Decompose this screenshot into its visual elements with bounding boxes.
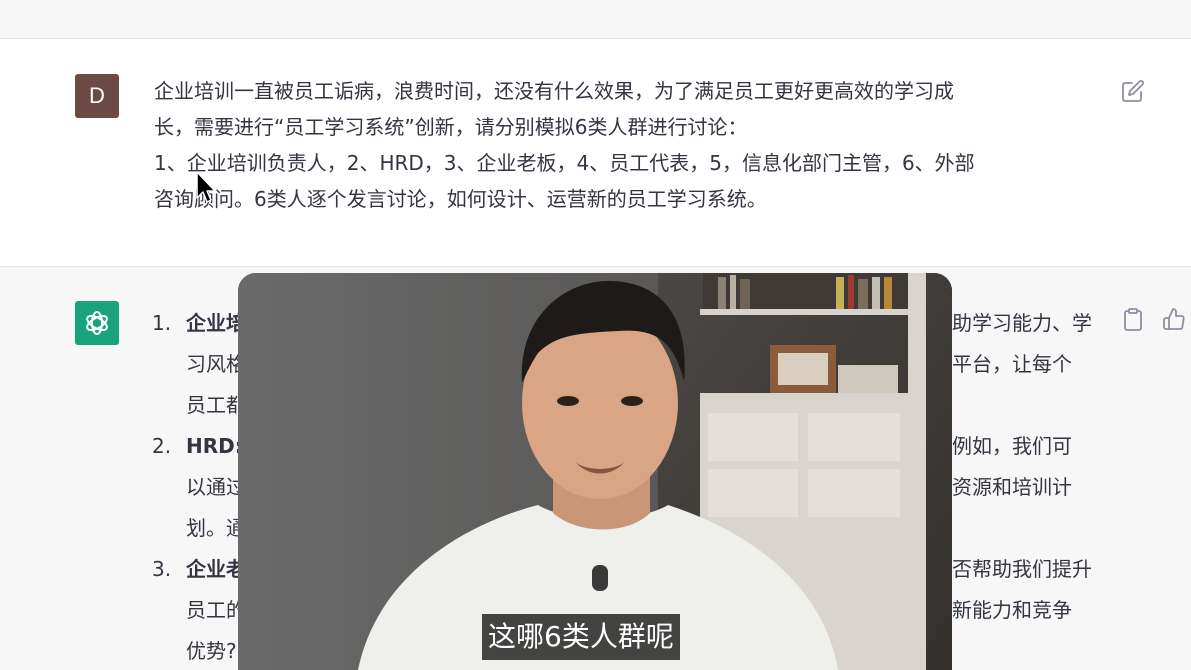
top-bar — [0, 0, 1191, 39]
list-item-text: 否帮助我们提升 — [952, 557, 1092, 581]
user-message-line: 长，需要进行“员工学习系统”创新，请分别模拟6类人群进行讨论： — [154, 115, 748, 139]
clipboard-icon[interactable] — [1122, 308, 1144, 332]
list-number: 1. — [152, 311, 172, 335]
list-number: 3. — [152, 557, 172, 581]
user-message-row: D 企业培训一直被员工诟病，浪费时间，还没有什么效果，为了满足员工更好更高效的学… — [0, 39, 1191, 267]
chat-page: D 企业培训一直被员工诟病，浪费时间，还没有什么效果，为了满足员工更好更高效的学… — [0, 0, 1191, 670]
list-item-text: 助学习能力、学 — [952, 311, 1092, 335]
list-item-text: 例如，我们可 — [952, 434, 1072, 458]
list-item-title: 企业老 — [186, 557, 246, 581]
list-item-text: 员工的 — [186, 598, 246, 622]
list-item-text: 员工都 — [186, 393, 246, 417]
user-message-line: 企业培训一直被员工诟病，浪费时间，还没有什么效果，为了满足员工更好更高效的学习成 — [154, 79, 954, 103]
thumbs-up-icon[interactable] — [1162, 307, 1186, 331]
list-number: 2. — [152, 434, 172, 458]
list-item-text: 划。通 — [186, 516, 246, 540]
video-frame — [238, 273, 952, 670]
mouse-cursor-icon — [195, 170, 219, 206]
list-item-title: 企业培 — [186, 311, 246, 335]
video-subtitle: 这哪6类人群呢 — [482, 614, 680, 660]
list-item-text: 平台，让每个 — [952, 352, 1072, 376]
list-item-title: HRD: — [186, 434, 243, 458]
user-message-line: 咨询顾问。6类人逐个发言讨论，如何设计、运营新的员工学习系统。 — [154, 187, 767, 211]
list-item-text: 习风格 — [186, 352, 246, 376]
user-message-text: 企业培训一直被员工诟病，浪费时间，还没有什么效果，为了满足员工更好更高效的学习成… — [154, 73, 1104, 217]
user-message-line: 1、企业培训负责人，2、HRD，3、企业老板，4、员工代表，5，信息化部门主管，… — [154, 151, 975, 175]
list-item-text: 以通过 — [186, 475, 246, 499]
video-overlay — [238, 273, 952, 670]
user-avatar: D — [75, 74, 119, 118]
list-item-text: 新能力和竞争 — [952, 598, 1072, 622]
list-item-text: 资源和培训计 — [952, 475, 1072, 499]
list-item-text: 优势? — [186, 639, 237, 663]
edit-icon[interactable] — [1121, 79, 1145, 103]
